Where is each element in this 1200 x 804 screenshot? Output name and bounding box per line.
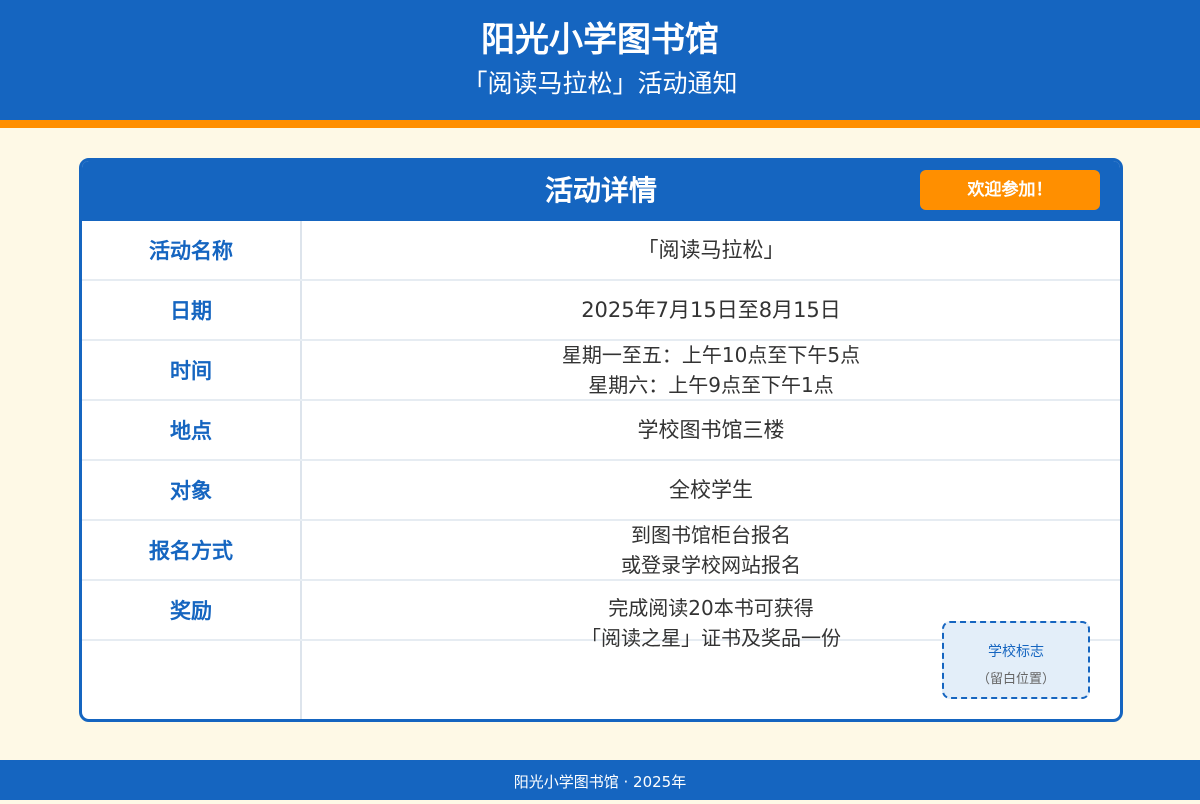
table-row-registration: 报名方式 到图书馆柜台报名 或登录学校网站报名: [82, 521, 1120, 581]
school-logo-placeholder: 学校标志 （留白位置）: [942, 621, 1090, 699]
table-row-audience: 对象 全校学生: [82, 461, 1120, 521]
row-value: 全校学生: [302, 461, 1120, 519]
event-details-card: 活动详情 欢迎参加！ 活动名称 「阅读马拉松」 日期 2025年7月15日至8月…: [79, 158, 1123, 722]
page-footer: 阳光小学图书馆 · 2025年: [0, 760, 1200, 800]
value-line: 星期一至五：上午10点至下午5点: [561, 343, 861, 367]
value-line: 「阅读之星」证书及奖品一份: [581, 626, 841, 650]
logo-placeholder-title: 学校标志: [988, 644, 1044, 660]
value-line: 星期六：上午9点至下午1点: [588, 373, 834, 397]
page-header: 阳光小学图书馆 「阅读马拉松」活动通知: [0, 0, 1200, 120]
card-header: 活动详情 欢迎参加！: [82, 161, 1120, 221]
row-label: 对象: [170, 479, 212, 503]
value-line: 学校图书馆三楼: [637, 418, 785, 442]
welcome-badge: 欢迎参加！: [920, 170, 1100, 210]
header-accent-stripe: [0, 120, 1200, 128]
value-line: 全校学生: [669, 478, 753, 502]
row-value: 2025年7月15日至8月15日: [302, 281, 1120, 339]
row-value: 学校图书馆三楼: [302, 401, 1120, 459]
value-line: 2025年7月15日至8月15日: [581, 298, 841, 322]
row-value: 「阅读马拉松」: [302, 221, 1120, 279]
row-value: 到图书馆柜台报名 或登录学校网站报名: [302, 521, 1120, 579]
row-value: 星期一至五：上午10点至下午5点 星期六：上午9点至下午1点: [302, 341, 1120, 399]
table-row-event-name: 活动名称 「阅读马拉松」: [82, 221, 1120, 281]
value-line: 完成阅读20本书可获得: [608, 596, 814, 620]
row-label: 地点: [170, 419, 212, 443]
row-label: 活动名称: [149, 239, 233, 263]
row-label: 日期: [170, 299, 212, 323]
value-line: 「阅读马拉松」: [637, 238, 785, 262]
table-row-time: 时间 星期一至五：上午10点至下午5点 星期六：上午9点至下午1点: [82, 341, 1120, 401]
logo-placeholder-subtitle: （留白位置）: [976, 672, 1055, 687]
table-row-location: 地点 学校图书馆三楼: [82, 401, 1120, 461]
row-label: 奖励: [170, 599, 212, 623]
row-label: 时间: [170, 359, 212, 383]
row-label: 报名方式: [149, 539, 233, 563]
school-name: 阳光小学图书馆: [481, 20, 719, 60]
table-row-date: 日期 2025年7月15日至8月15日: [82, 281, 1120, 341]
notice-title: 「阅读马拉松」活动通知: [462, 69, 738, 98]
value-line: 到图书馆柜台报名: [631, 523, 791, 547]
value-line: 或登录学校网站报名: [621, 553, 801, 577]
